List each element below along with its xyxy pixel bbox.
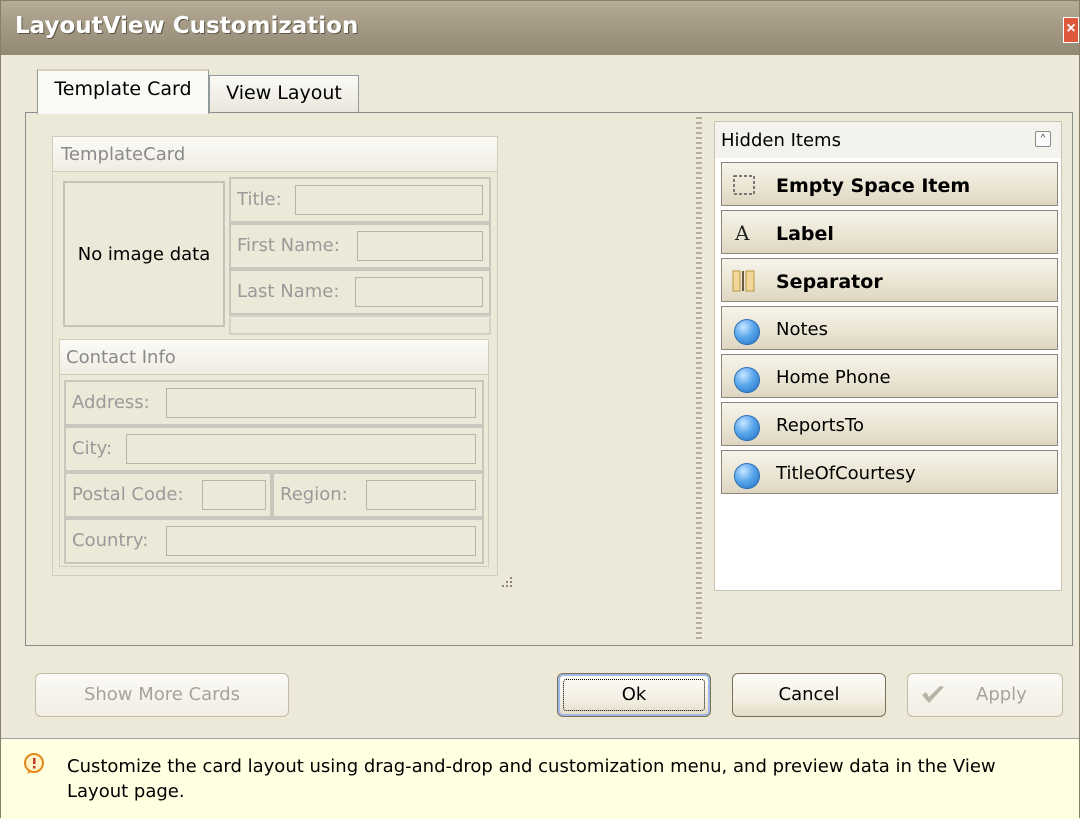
label-icon: A (734, 221, 750, 245)
hidden-items-panel: Hidden Items ^ Empty Space Item A Label (714, 121, 1062, 591)
hidden-items-title: Hidden Items (721, 130, 841, 151)
country-field-label: Country: (72, 530, 149, 551)
first-name-field-item[interactable]: First Name: (229, 223, 491, 269)
hidden-items-header: Hidden Items ^ (715, 122, 1061, 158)
hidden-item-label: TitleOfCourtesy (776, 463, 916, 484)
first-name-field-editor (357, 231, 483, 261)
hidden-item-label-item[interactable]: A Label (721, 210, 1058, 254)
hidden-item-label: Empty Space Item (776, 175, 971, 197)
hidden-item-label: ReportsTo (776, 415, 864, 436)
title-field-label: Title: (237, 189, 282, 210)
hidden-item-title-of-courtesy[interactable]: TitleOfCourtesy (721, 450, 1058, 494)
apply-button[interactable]: Apply (907, 673, 1063, 717)
field-icon (734, 319, 760, 345)
apply-button-label: Apply (976, 684, 1027, 705)
country-field-item[interactable]: Country: (64, 518, 484, 564)
separator-icon (732, 270, 755, 292)
last-name-field-label: Last Name: (237, 281, 340, 302)
info-bubble-icon (24, 753, 44, 774)
field-icon (734, 367, 760, 393)
title-field-editor (295, 185, 483, 215)
hint-text: Customize the card layout using drag-and… (67, 756, 996, 802)
hidden-item-label: Separator (776, 271, 883, 293)
city-field-item[interactable]: City: (64, 426, 484, 472)
region-field-label: Region: (280, 484, 348, 505)
template-card-header: TemplateCard (53, 137, 497, 172)
field-icon (734, 463, 760, 489)
region-field-editor (366, 480, 476, 510)
photo-placeholder[interactable]: No image data (63, 181, 225, 327)
address-field-label: Address: (72, 392, 150, 413)
hidden-item-label: Notes (776, 319, 828, 340)
last-name-field-item[interactable]: Last Name: (229, 269, 491, 315)
last-name-field-editor (355, 277, 483, 307)
hidden-item-notes[interactable]: Notes (721, 306, 1058, 350)
ok-button-label: Ok (621, 684, 647, 705)
checkmark-icon (922, 686, 944, 703)
empty-space-item[interactable] (229, 315, 491, 335)
postal-code-field-editor (202, 480, 266, 510)
svg-text:A: A (734, 221, 750, 245)
city-field-editor (126, 434, 476, 464)
empty-space-icon (733, 175, 755, 195)
ok-button[interactable]: Ok (557, 673, 711, 717)
hidden-item-label: Label (776, 223, 834, 245)
collapse-icon[interactable]: ^ (1035, 131, 1051, 147)
address-field-editor (166, 388, 476, 418)
layoutview-customization-dialog: LayoutView Customization × Template Card… (0, 0, 1080, 819)
title-bar: LayoutView Customization × (1, 1, 1079, 55)
country-field-editor (166, 526, 476, 556)
tab-view-layout[interactable]: View Layout (209, 75, 359, 113)
panel-splitter[interactable] (696, 117, 702, 639)
hidden-item-separator[interactable]: Separator (721, 258, 1058, 302)
contact-info-group: Contact Info Address: City: Postal Code:… (59, 339, 489, 567)
tab-template-card[interactable]: Template Card (37, 69, 209, 114)
show-more-cards-button[interactable]: Show More Cards (35, 673, 289, 717)
template-card: TemplateCard No image data Title: First … (52, 136, 498, 576)
template-card-page: TemplateCard No image data Title: First … (25, 112, 1073, 646)
first-name-field-label: First Name: (237, 235, 340, 256)
title-field-item[interactable]: Title: (229, 177, 491, 223)
cancel-button[interactable]: Cancel (732, 673, 886, 717)
hidden-item-label: Home Phone (776, 367, 891, 388)
close-button[interactable]: × (1063, 17, 1079, 43)
hint-bar: Customize the card layout using drag-and… (1, 738, 1079, 819)
region-field-item[interactable]: Region: (272, 472, 484, 518)
address-field-item[interactable]: Address: (64, 380, 484, 426)
contact-info-header: Contact Info (60, 340, 488, 375)
field-icon (734, 415, 760, 441)
postal-code-field-item[interactable]: Postal Code: (64, 472, 272, 518)
hidden-item-home-phone[interactable]: Home Phone (721, 354, 1058, 398)
resize-grip-icon[interactable] (498, 575, 516, 593)
hidden-item-reports-to[interactable]: ReportsTo (721, 402, 1058, 446)
city-field-label: City: (72, 438, 113, 459)
postal-code-field-label: Postal Code: (72, 484, 184, 505)
window-title: LayoutView Customization (15, 13, 359, 39)
hidden-item-empty-space[interactable]: Empty Space Item (721, 162, 1058, 206)
